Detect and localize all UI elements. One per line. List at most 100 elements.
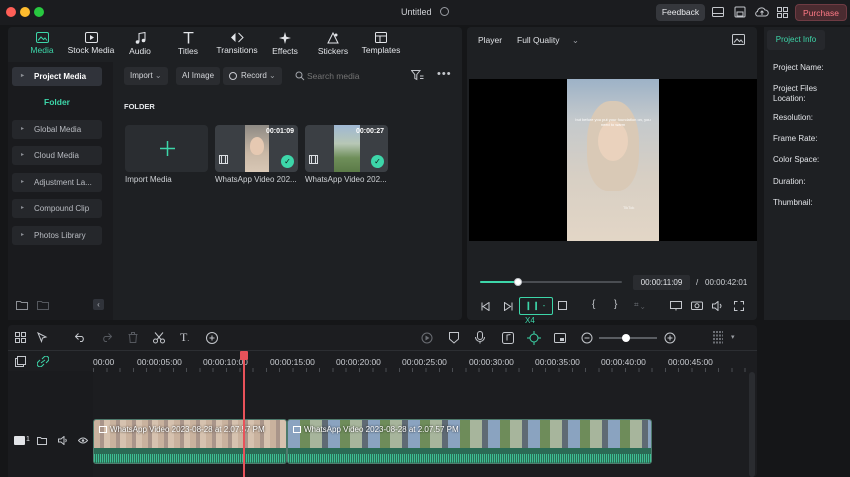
sidebar-item-cloud-media[interactable]: Cloud Media [12,146,102,165]
play-icon[interactable] [503,302,513,311]
clip-video-icon [293,426,301,433]
tab-media[interactable]: Media [14,32,70,62]
video-frame: but before you put your foundation on, y… [567,79,659,241]
camera-icon[interactable] [691,300,703,310]
clip-2-title: WhatsApp Video 2023-08-28 at 2.07.57 PM [293,425,459,434]
apps-grid-icon[interactable] [777,7,788,18]
project-info-tab[interactable]: Project Info [767,30,825,50]
folder-lock-icon[interactable] [37,436,47,445]
layout-icon[interactable] [712,7,724,17]
pause-icon: ❙❙ [525,301,541,310]
cloud-upload-icon[interactable] [755,6,769,18]
filter-icon[interactable] [411,70,424,81]
mark-in-icon[interactable]: { [592,299,595,310]
resolution-label: Resolution: [773,113,814,122]
media-clip-2[interactable]: 00:00:27 ✓ [305,125,388,172]
new-folder-icon[interactable] [16,300,28,310]
crop-dropdown-icon[interactable]: ⌗ ⌄ [634,300,645,310]
add-text-icon[interactable]: T. [180,330,189,345]
import-media-tile[interactable] [125,125,208,172]
microphone-icon[interactable] [475,331,485,344]
total-time: 00:00:42:01 [705,278,748,287]
clip-2-duration: 00:00:27 [355,128,384,135]
link-icon[interactable] [37,356,49,367]
sidebar-item-global-media[interactable]: Global Media [12,120,102,139]
timeline-clip-1[interactable]: WhatsApp Video 2023-08-28 at 2.07.57 PM [93,419,287,464]
timeline-vertical-scrollbar[interactable] [749,372,755,477]
record-icon [229,72,237,80]
audio-settings-icon[interactable] [205,331,219,344]
ruler-label: 00:00:35:00 [535,357,580,367]
purchase-button[interactable]: Purchase [795,4,847,21]
tab-templates[interactable]: Templates [353,32,409,62]
import-media-label: Import Media [125,175,172,184]
quality-dropdown[interactable]: Full Quality ⌄ [517,35,579,46]
eye-icon[interactable] [78,437,88,444]
undo-icon[interactable] [75,333,86,342]
sidebar-item-project-media[interactable]: Project Media [12,67,102,86]
mark-out-icon[interactable]: } [614,299,617,310]
scissors-icon[interactable] [153,332,165,344]
ruler-label: 00:00 [93,357,115,367]
more-options-icon[interactable]: ••• [437,68,452,80]
search-icon [295,71,305,81]
volume-icon[interactable] [712,301,724,311]
playback-progress-track[interactable] [480,281,622,283]
plus-icon [160,141,175,156]
sidebar-item-adjustment-layer[interactable]: Adjustment La... [12,173,102,192]
clip-1-title: WhatsApp Video 2023-08-28 at 2.07.57 PM [99,425,265,434]
track-layout-dropdown-icon[interactable]: ▾ [731,333,735,341]
step-back-icon[interactable] [481,302,491,311]
pip-icon[interactable] [554,333,566,343]
import-button[interactable]: Import ⌄ [124,67,168,85]
fullscreen-icon[interactable] [734,301,744,311]
auto-render-icon[interactable] [421,332,433,344]
sidebar-item-photos-library[interactable]: Photos Library [12,226,102,245]
clip-1-name: WhatsApp Video 202... [215,175,297,184]
search-input[interactable] [307,68,402,84]
ai-image-button[interactable]: AI Image [176,67,221,85]
redo-icon[interactable] [101,333,112,342]
save-icon[interactable] [734,6,746,18]
playback-progress-fill [480,281,519,283]
stop-icon[interactable] [558,301,567,310]
frame-rate-label: Frame Rate: [773,134,818,143]
zoom-out-icon[interactable] [581,332,593,344]
select-pointer-icon[interactable] [37,332,49,344]
playhead-line[interactable] [243,358,245,477]
zoom-slider-handle[interactable] [622,334,630,342]
clip-1-duration: 00:01:09 [265,128,294,135]
video-preview[interactable]: but before you put your foundation on, y… [469,79,757,241]
tab-titles[interactable]: Titles [160,32,216,62]
collapse-sidebar-icon[interactable]: ‹ [93,299,104,310]
tab-stock-media[interactable]: Stock Media [63,32,119,62]
current-time[interactable]: 00:00:11:09 [633,275,690,290]
sidebar-item-compound-clip[interactable]: Compound Clip [12,199,102,218]
snapshot-view-icon[interactable] [732,34,745,45]
record-button[interactable]: Record ⌄ [223,67,282,85]
reverse-speed-button[interactable]: ❙❙ -X4 [519,297,553,325]
zoom-in-icon[interactable] [664,332,676,344]
media-clip-1[interactable]: 00:01:09 ✓ [215,125,298,172]
delete-icon[interactable] [128,332,138,343]
duration-label: Duration: [773,177,806,186]
ruler-ticks [93,368,750,372]
sidebar-folder[interactable]: Folder [8,97,106,107]
video-caption: but before you put your foundation on, y… [575,117,651,127]
track-number: 1 [26,436,30,443]
media-icon [14,32,70,43]
marker-shield-icon[interactable] [449,332,459,344]
display-icon[interactable] [670,301,682,311]
ai-snap-icon[interactable] [527,331,541,345]
project-files-location-label: Project Files Location: [773,84,818,103]
timeline-clip-2[interactable]: WhatsApp Video 2023-08-28 at 2.07.57 PM [287,419,652,464]
video-file-icon [309,155,318,164]
add-track-icon[interactable] [15,356,26,367]
checkmark-icon: ✓ [281,155,294,168]
layout-grid-icon[interactable] [15,332,26,343]
track-layout-icon[interactable] [712,331,724,344]
feedback-button[interactable]: Feedback [656,4,705,21]
track-audio-icon[interactable] [58,436,68,445]
audio-track-icon[interactable] [502,332,514,344]
delete-folder-icon[interactable] [37,300,49,310]
